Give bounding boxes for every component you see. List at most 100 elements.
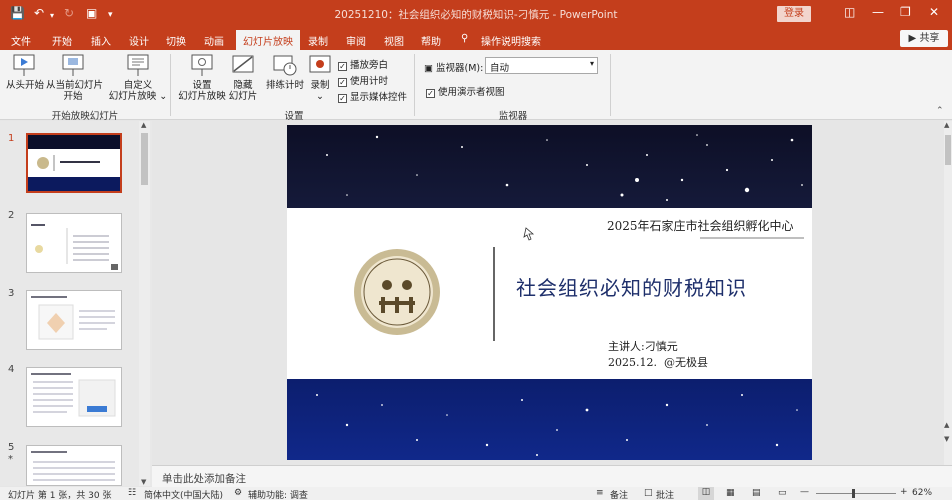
ribbon-display-options-icon[interactable]: ◫ (844, 5, 855, 19)
scroll-thumb[interactable] (141, 133, 148, 185)
start-group-label: 开始放映幻灯片 (51, 111, 119, 122)
setup-label-2: 幻灯片放映 (178, 91, 226, 102)
play-narration-checkbox[interactable]: ✓ 播放旁白 (338, 57, 388, 71)
scroll-up-icon[interactable]: ▲ (141, 121, 146, 129)
tab-file[interactable]: 文件 (11, 33, 31, 48)
thumbnail-number: 3 (8, 288, 15, 299)
scroll-down-icon[interactable]: ▼ (141, 478, 146, 486)
tab-home[interactable]: 开始 (52, 33, 72, 48)
tab-review[interactable]: 审阅 (346, 33, 366, 48)
scroll-thumb[interactable] (945, 135, 951, 165)
checkmark-icon: ✓ (338, 78, 347, 87)
record-icon (309, 55, 331, 73)
notes-toggle[interactable]: 备注 (610, 488, 628, 500)
thumbnail-slide-3[interactable] (26, 290, 122, 350)
share-button[interactable]: ▶ 共享 (900, 30, 948, 47)
record-button[interactable]: 录制 ⌄ (308, 54, 332, 102)
from-beginning-button[interactable]: 从头开始 (6, 54, 44, 91)
scroll-up-icon[interactable]: ▲ (944, 121, 949, 129)
chevron-down-icon: ▾ (589, 59, 594, 68)
reading-view-icon[interactable]: ▤ (752, 488, 761, 498)
thumbnail-preview (31, 451, 115, 481)
language-status[interactable]: 简体中文(中国大陆) (144, 488, 223, 500)
presenter-text[interactable]: 主讲人:刁慎元 (608, 338, 678, 354)
thumbnail-slide-2[interactable] (26, 213, 122, 273)
setup-group-label: 设置 (284, 111, 304, 122)
thumbnail-scrollbar[interactable]: ▲ ▼ (139, 121, 150, 486)
show-media-label: 显示媒体控件 (350, 92, 408, 103)
record-label: 录制 (310, 80, 330, 91)
comments-toggle[interactable]: 批注 (656, 488, 674, 500)
next-slide-icon[interactable]: ▼ (944, 435, 949, 443)
tab-design[interactable]: 设计 (129, 33, 149, 48)
from-current-label-2: 开始 (63, 91, 83, 102)
zoom-in-icon[interactable]: + (900, 487, 908, 497)
thumbnail-number: 4 (8, 364, 15, 375)
accessibility-status[interactable]: 辅助功能: 调查 (248, 488, 308, 500)
zoom-out-icon[interactable]: — (800, 487, 809, 497)
setup-slideshow-button[interactable]: 设置 幻灯片放映 (178, 54, 226, 102)
monitor-value: 自动 (490, 63, 510, 74)
monitor-select[interactable]: 自动 ▾ (485, 57, 598, 74)
close-icon[interactable]: ✕ (929, 5, 939, 19)
slideshow-view-icon[interactable]: ▭ (778, 488, 787, 498)
hide-label-1: 隐藏 (233, 80, 253, 91)
organizer-text[interactable]: 2025年石家庄市社会组织孵化中心 (607, 217, 794, 234)
checkmark-icon: ✓ (338, 94, 347, 103)
zoom-slider[interactable] (816, 493, 896, 494)
custom-slideshow-icon (127, 54, 149, 76)
custom-label-1: 自定义 (123, 80, 153, 91)
thumbnail-number: 5 (8, 442, 15, 453)
setup-label-1: 设置 (192, 80, 212, 91)
chevron-down-icon: ⌄ (159, 91, 168, 102)
previous-slide-icon[interactable]: ▲ (944, 421, 949, 429)
tell-me-search[interactable]: 操作说明搜索 (481, 33, 541, 48)
hide-slide-icon (232, 55, 254, 73)
custom-slideshow-button[interactable]: 自定义 幻灯片放映 ⌄ (108, 54, 168, 102)
thumbnail-slide-5[interactable] (26, 445, 122, 486)
tab-transitions[interactable]: 切换 (166, 33, 186, 48)
notes-placeholder[interactable]: 单击此处添加备注 (162, 471, 246, 486)
tab-animations[interactable]: 动画 (204, 33, 224, 48)
tab-help[interactable]: 帮助 (421, 33, 441, 48)
ribbon: 从头开始 从当前幻灯片 开始 自定义 幻灯片放映 ⌄ 开始放映幻灯片 设置 幻灯… (0, 50, 952, 122)
from-current-slide-button[interactable]: 从当前幻灯片 开始 (46, 54, 103, 102)
main-slide[interactable]: 2025年石家庄市社会组织孵化中心 社会组织必知的财税知识 主讲人:刁慎元 20… (287, 125, 812, 460)
rehearse-timings-button[interactable]: 排练计时 (265, 54, 305, 91)
normal-view-icon[interactable]: ◫ (698, 487, 714, 500)
thumbnail-slide-4[interactable] (26, 367, 122, 427)
use-timings-checkbox[interactable]: ✓ 使用计时 (338, 73, 388, 87)
zoom-slider-thumb[interactable] (852, 489, 855, 498)
thumbnail-preview (31, 224, 118, 270)
zoom-level[interactable]: 62% (912, 488, 932, 498)
date-place-text[interactable]: 2025.12. @无极县 (608, 354, 708, 370)
editor-scrollbar[interactable]: ▲ ▲ ▼ (944, 121, 952, 465)
notes-icon: ≡ (596, 488, 604, 498)
thumbnail-number: 2 (8, 210, 15, 221)
show-media-controls-checkbox[interactable]: ✓ 显示媒体控件 (338, 89, 407, 103)
slide-marker: * (8, 454, 13, 465)
share-label: 共享 (919, 33, 940, 44)
notes-pane[interactable]: 单击此处添加备注 (152, 465, 952, 487)
group-divider (610, 54, 611, 116)
slide-counter: 幻灯片 第 1 张，共 30 张 (8, 491, 112, 500)
tab-insert[interactable]: 插入 (91, 33, 111, 48)
slide-sorter-icon[interactable]: ▦ (726, 488, 735, 498)
tab-record[interactable]: 录制 (308, 33, 328, 48)
status-bar: 幻灯片 第 1 张，共 30 张 ☷ 简体中文(中国大陆) ⚙ 辅助功能: 调查… (0, 487, 952, 500)
accessibility-icon: ⚙ (234, 488, 243, 498)
slide-title[interactable]: 社会组织必知的财税知识 (516, 272, 747, 301)
collapse-ribbon-icon[interactable]: ⌃ (936, 106, 944, 116)
title-bar: 💾 ↶ ▾ ↻ ▣ ▾ 20251210：社会组织必知的财税知识-刁慎元 - P… (0, 0, 952, 28)
timer-icon (273, 55, 297, 76)
tab-view[interactable]: 视图 (384, 33, 404, 48)
ribbon-tabs: 文件 开始 插入 设计 切换 动画 幻灯片放映 录制 审阅 视图 帮助 ⚲ 操作… (0, 28, 952, 50)
restore-icon[interactable]: ❐ (900, 5, 911, 19)
spellcheck-icon[interactable]: ☷ (128, 488, 136, 498)
login-button[interactable]: 登录 (777, 6, 811, 22)
presenter-view-checkbox[interactable]: ✓ 使用演示者视图 (426, 84, 505, 98)
minimize-icon[interactable]: — (872, 5, 884, 19)
tab-slide-show[interactable]: 幻灯片放映 (236, 30, 300, 50)
thumbnail-slide-1[interactable] (26, 133, 122, 193)
hide-slide-button[interactable]: 隐藏 幻灯片 (228, 54, 258, 102)
